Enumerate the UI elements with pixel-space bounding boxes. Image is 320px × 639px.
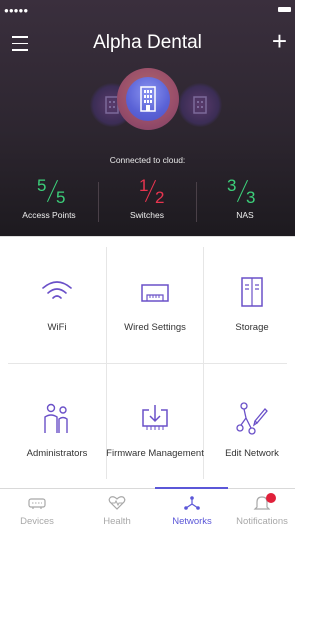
building-icon <box>126 77 170 121</box>
network-settings-grid: WiFi Wired Settings Storage Administrato… <box>0 236 295 488</box>
tile-wired-settings[interactable]: Wired Settings <box>106 237 204 363</box>
tile-firmware-management[interactable]: Firmware Management <box>106 363 204 489</box>
building-side-right-icon <box>178 83 222 127</box>
tile-label: Storage <box>235 322 269 333</box>
stat-label: Access Points <box>22 210 76 220</box>
stat-label: Switches <box>129 210 164 220</box>
notification-badge <box>266 493 276 503</box>
page-title: Alpha Dental <box>93 32 202 53</box>
bottom-tab-bar: Devices Health Networks Notifications <box>0 487 295 533</box>
stat-numerator: 1 <box>139 176 149 195</box>
tab-health[interactable]: Health <box>80 489 154 533</box>
tile-label: Firmware Management <box>106 448 204 459</box>
stat-numerator: 3 <box>227 176 237 195</box>
networks-icon <box>184 496 200 510</box>
cloud-status-label: Connected to cloud: <box>109 155 186 165</box>
tab-networks[interactable]: Networks <box>155 489 229 533</box>
tab-label: Notifications <box>236 516 288 527</box>
battery-icon <box>278 7 291 12</box>
health-heart-icon <box>108 496 126 510</box>
storage-icon <box>241 277 263 307</box>
tile-edit-network[interactable]: Edit Network <box>203 363 301 489</box>
tile-storage[interactable]: Storage <box>203 237 301 363</box>
tab-label: Devices <box>20 516 54 527</box>
tile-label: Edit Network <box>225 448 279 459</box>
wifi-icon <box>42 281 72 299</box>
edit-network-icon <box>236 402 268 435</box>
plus-icon: + <box>271 26 287 56</box>
tile-label: Administrators <box>26 448 88 459</box>
tile-label: WiFi <box>47 322 67 333</box>
devices-icon <box>28 498 46 509</box>
stat-access-points: 5 5 Access Points <box>0 176 98 220</box>
stat-denominator: 3 <box>246 188 256 207</box>
network-header: ●●●●● Alpha Dental + Connected to cloud:… <box>0 0 295 236</box>
stat-nas: 3 3 NAS <box>196 176 294 220</box>
ethernet-port-icon <box>141 284 169 302</box>
stat-label: NAS <box>236 210 254 220</box>
firmware-download-icon <box>142 405 168 430</box>
tile-label: Wired Settings <box>124 322 186 333</box>
add-button[interactable]: + <box>272 28 287 54</box>
signal-dots-icon: ●●●●● <box>4 6 29 15</box>
stat-denominator: 2 <box>155 188 165 207</box>
tab-label: Health <box>103 516 131 527</box>
tile-wifi[interactable]: WiFi <box>8 237 106 363</box>
stat-denominator: 5 <box>56 188 66 207</box>
stat-numerator: 5 <box>37 176 47 195</box>
tab-label: Networks <box>172 516 212 527</box>
stat-switches: 1 2 Switches <box>98 176 196 220</box>
tab-devices[interactable]: Devices <box>0 489 74 533</box>
tab-notifications[interactable]: Notifications <box>225 489 299 533</box>
tile-administrators[interactable]: Administrators <box>8 363 106 489</box>
administrators-icon <box>44 403 68 433</box>
